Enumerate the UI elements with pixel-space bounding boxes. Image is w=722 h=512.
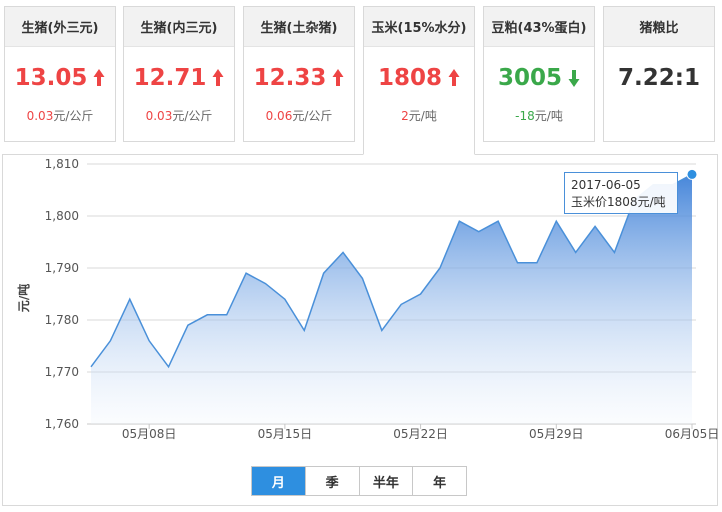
y-tick-label: 1,770: [45, 365, 79, 379]
y-tick-label: 1,760: [45, 417, 79, 431]
card-price-value: 1808: [377, 65, 442, 91]
price-card-1[interactable]: 生猪(内三元) 12.71 0.03元/公斤: [123, 6, 235, 142]
card-price-value: 12.71: [133, 65, 207, 91]
arrow-up-icon: [448, 68, 460, 88]
card-title: 玉米(15%水分): [364, 7, 474, 47]
range-tabs: 月季半年年: [251, 466, 467, 496]
y-tick-label: 1,780: [45, 313, 79, 327]
card-price-value: 7.22:1: [618, 65, 700, 91]
card-change-value: 0.03: [26, 109, 54, 123]
range-tab-3[interactable]: 年: [413, 467, 466, 495]
arrow-up-icon: [332, 68, 344, 88]
card-title: 猪粮比: [604, 7, 714, 47]
data-point: [686, 168, 698, 180]
card-price: 13.05: [5, 65, 115, 91]
card-change-unit: 元/公斤: [172, 109, 213, 123]
card-change-value: 0.03: [145, 109, 173, 123]
y-tick-label: 1,790: [45, 261, 79, 275]
card-change-value: 2: [401, 109, 409, 123]
y-tick-label: 1,810: [45, 157, 79, 171]
price-card-4[interactable]: 豆粕(43%蛋白) 3005 -18元/吨: [483, 6, 595, 142]
card-price-value: 13.05: [14, 65, 88, 91]
card-change-unit: 元/公斤: [292, 109, 333, 123]
card-title: 生猪(外三元): [5, 7, 115, 47]
x-tick-label: 05月29日: [529, 427, 584, 441]
arrow-down-icon: [568, 68, 580, 88]
arrow-up-icon: [93, 68, 105, 88]
tooltip-value: 1808: [607, 195, 638, 209]
x-tick-label: 05月08日: [122, 427, 177, 441]
price-cards: 生猪(外三元) 13.05 0.03元/公斤 生猪(内三元) 12.71 0.03元/公斤…: [0, 0, 722, 155]
range-tab-2[interactable]: 半年: [360, 467, 414, 495]
card-change: 0.03元/公斤: [124, 107, 234, 124]
tooltip-unit: 元/吨: [637, 195, 666, 209]
card-change-value: 0.06: [265, 109, 293, 123]
x-tick-label: 06月05日: [665, 427, 719, 441]
card-change-unit: 元/吨: [408, 109, 437, 123]
card-price: 1808: [364, 65, 474, 91]
price-card-0[interactable]: 生猪(外三元) 13.05 0.03元/公斤: [4, 6, 116, 142]
tooltip-label: 玉米价: [571, 195, 608, 209]
range-tab-1[interactable]: 季: [306, 467, 360, 495]
price-card-3[interactable]: 玉米(15%水分) 1808 2元/吨: [363, 6, 475, 155]
price-card-2[interactable]: 生猪(土杂猪) 12.33 0.06元/公斤: [243, 6, 355, 142]
x-tick-label: 05月22日: [393, 427, 448, 441]
card-price-value: 12.33: [253, 65, 327, 91]
card-price: 7.22:1: [604, 65, 714, 91]
x-tick-label: 05月15日: [258, 427, 313, 441]
tooltip-value-line: 玉米价1808元/吨: [571, 194, 671, 211]
card-change: -18元/吨: [484, 107, 594, 124]
card-change-unit: 元/公斤: [53, 109, 94, 123]
price-card-5[interactable]: 猪粮比 7.22:1: [603, 6, 715, 142]
card-change-unit: 元/吨: [534, 109, 563, 123]
card-price: 3005: [484, 65, 594, 91]
y-tick-label: 1,800: [45, 209, 79, 223]
card-price-value: 3005: [497, 65, 562, 91]
card-change-value: -18: [515, 109, 535, 123]
card-change: 0.06元/公斤: [244, 107, 354, 124]
range-tab-0[interactable]: 月: [252, 467, 306, 495]
card-title: 生猪(内三元): [124, 7, 234, 47]
chart-tooltip: 2017-06-05 玉米价1808元/吨: [564, 172, 678, 214]
tooltip-date: 2017-06-05: [571, 178, 641, 192]
card-title: 生猪(土杂猪): [244, 7, 354, 47]
y-axis-label: 元/吨: [16, 284, 31, 312]
card-change: 2元/吨: [364, 107, 474, 124]
card-title: 豆粕(43%蛋白): [484, 7, 594, 47]
arrow-up-icon: [212, 68, 224, 88]
card-change: 0.03元/公斤: [5, 107, 115, 124]
card-price: 12.71: [124, 65, 234, 91]
card-price: 12.33: [244, 65, 354, 91]
